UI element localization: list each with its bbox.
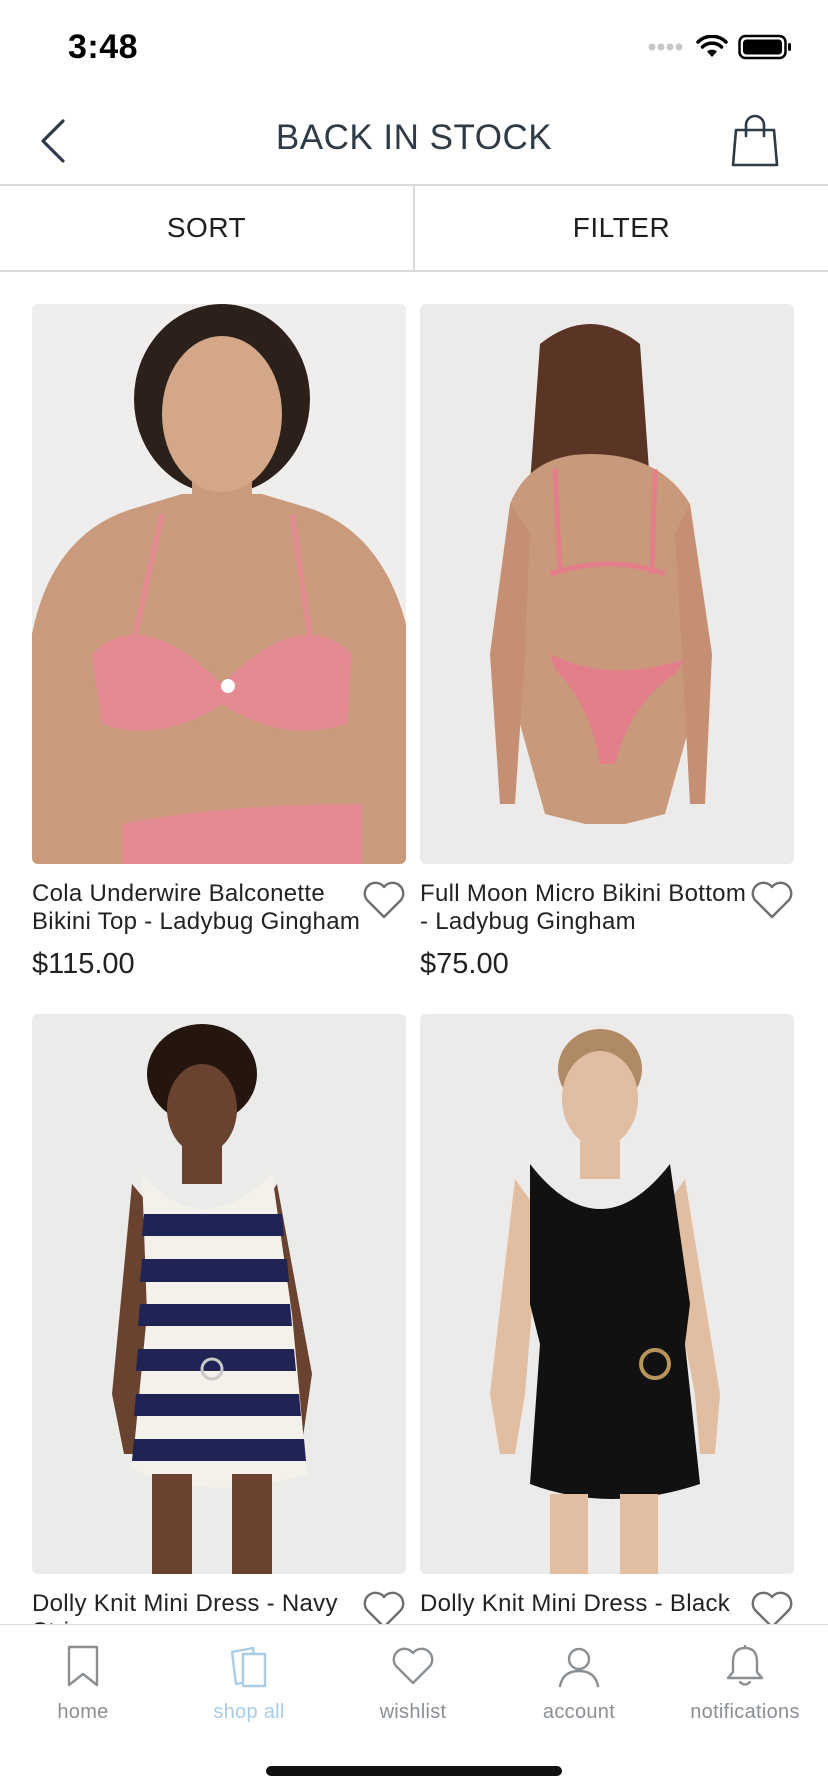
tab-wishlist[interactable]: wishlist [330,1643,496,1724]
model-black-dress-image [420,1014,794,1574]
heart-outline-icon [363,881,405,919]
tab-label: wishlist [379,1701,447,1723]
product-image[interactable] [420,1014,794,1574]
product-name[interactable]: Full Moon Micro Bikini Bottom - Ladybug … [420,880,750,936]
shopping-bag-button[interactable] [730,114,780,168]
wishlist-heart-button[interactable] [362,880,406,920]
product-info: Dolly Knit Mini Dress - Black [420,1590,794,1629]
tab-home[interactable]: home [0,1643,166,1724]
product-image[interactable] [32,1014,406,1574]
shopping-bag-icon [731,114,779,167]
shopping-bags-icon [226,1643,272,1689]
wifi-icon [696,35,728,57]
product-card[interactable]: Dolly Knit Mini Dress - Black [420,1014,794,1630]
product-price: $75.00 [420,948,509,980]
tab-account[interactable]: account [496,1643,662,1724]
tab-label: account [542,1701,616,1723]
tab-label: home [57,1701,109,1723]
product-price: $115.00 [32,948,135,980]
product-card[interactable]: Dolly Knit Mini Dress - Navy Stripe [32,1014,406,1658]
tab-notifications[interactable]: notifications [662,1643,828,1724]
tab-label: notifications [690,1701,800,1723]
bookmark-icon [60,1643,106,1689]
model-stripe-dress-image [32,1014,406,1574]
home-indicator [266,1766,562,1776]
bell-icon [722,1643,768,1689]
filter-button[interactable]: FILTER [415,186,828,270]
status-time: 3:48 [68,28,139,66]
product-info: Full Moon Micro Bikini Bottom - Ladybug … [420,880,794,981]
status-bar: 3:48 [0,0,828,96]
product-image[interactable] [32,304,406,864]
model-bikini-bottom-image [420,304,794,864]
product-card[interactable]: Cola Underwire Balconette Bikini Top - L… [32,304,406,981]
product-name[interactable]: Dolly Knit Mini Dress - Black [420,1590,750,1618]
battery-icon [738,34,791,60]
heart-outline-icon [751,881,793,919]
screen: 3:48 BACK IN STOCK SORT FILTER Cola Unde… [0,0,828,1792]
page-title: BACK IN STOCK [275,118,553,157]
model-bikini-top-image [32,304,406,864]
product-name[interactable]: Cola Underwire Balconette Bikini Top - L… [32,880,362,936]
sort-filter-bar: SORT FILTER [0,186,828,272]
person-icon [556,1643,602,1689]
product-image[interactable] [420,304,794,864]
tab-shop-all[interactable]: shop all [166,1643,332,1724]
wishlist-heart-button[interactable] [750,880,794,920]
product-card[interactable]: Full Moon Micro Bikini Bottom - Ladybug … [420,304,794,981]
status-icons [648,34,792,60]
nav-header: BACK IN STOCK [0,96,828,186]
cellular-signal-icon [648,43,683,51]
sort-button[interactable]: SORT [0,186,413,270]
heart-icon [390,1643,436,1689]
product-info: Cola Underwire Balconette Bikini Top - L… [32,880,406,981]
tab-label: shop all [213,1701,285,1723]
